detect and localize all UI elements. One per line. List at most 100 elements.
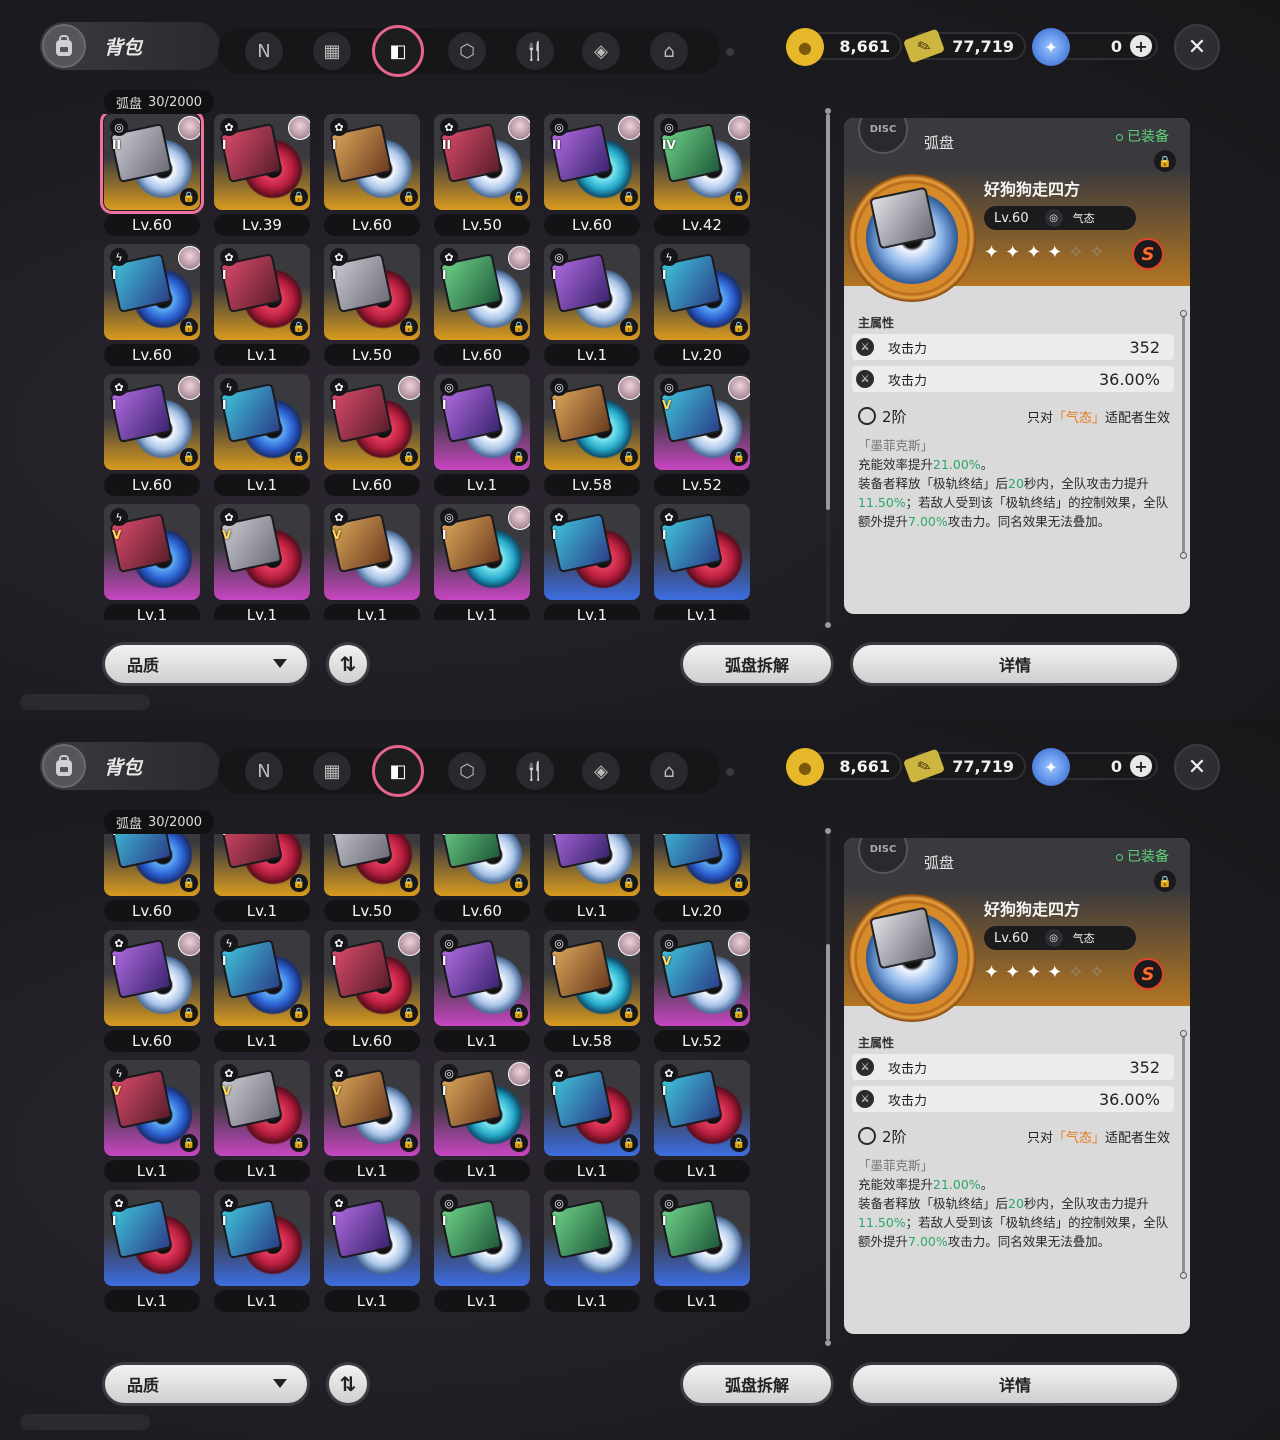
lock-icon[interactable]: 🔒 <box>400 1004 418 1022</box>
disc-card[interactable]: ◎ I 🔒 Lv.58 <box>540 374 650 504</box>
lock-icon[interactable]: 🔒 <box>620 318 638 336</box>
lock-icon[interactable]: 🔒 <box>400 874 418 892</box>
tab-drive-disc[interactable]: ◧ <box>372 745 424 797</box>
sort-order-button[interactable]: ⇅ <box>326 1362 370 1406</box>
lock-icon[interactable]: 🔒 <box>290 1004 308 1022</box>
close-button[interactable]: ✕ <box>1174 24 1220 70</box>
disc-card[interactable]: ◎ I 🔒 Lv.58 <box>540 930 650 1060</box>
lock-icon[interactable]: 🔒 <box>620 1134 638 1152</box>
disc-card[interactable]: ✿I🔒Lv.60 <box>100 930 210 1060</box>
disc-card[interactable]: ✿I🔒Lv.1 <box>210 834 320 930</box>
lock-icon[interactable]: 🔒 <box>180 1004 198 1022</box>
sort-order-button[interactable]: ⇅ <box>326 642 370 686</box>
tab-items[interactable]: ◈ <box>582 752 620 790</box>
disc-card[interactable]: ◎I🔒Lv.1 <box>430 374 540 504</box>
disc-card[interactable]: ◎ I Lv.1 <box>650 1190 760 1320</box>
details-button[interactable]: 详情 <box>850 642 1180 686</box>
lock-icon[interactable]: 🔒 <box>290 874 308 892</box>
lock-icon[interactable]: 🔒 <box>730 874 748 892</box>
disc-card[interactable]: ◎ I Lv.1 <box>430 504 540 620</box>
tab-food[interactable]: 🍴 <box>516 32 554 70</box>
add-currency-button[interactable]: + <box>1130 35 1152 57</box>
lock-icon[interactable]: 🔒 <box>510 1004 528 1022</box>
tab-home[interactable]: ⌂ <box>650 752 688 790</box>
lock-icon[interactable]: 🔒 <box>180 188 198 206</box>
disc-card[interactable]: ✿I🔒Lv.1 <box>540 1060 650 1190</box>
tab-bangboo[interactable]: ▦ <box>313 32 351 70</box>
grid-scroll-thumb[interactable] <box>826 944 830 1340</box>
disc-card[interactable]: ✿I🔒Lv.60 <box>320 930 430 1060</box>
tab-materials[interactable]: ⬡ <box>448 32 486 70</box>
lock-icon[interactable]: 🔒 <box>510 874 528 892</box>
lock-icon[interactable]: 🔒 <box>290 318 308 336</box>
lock-icon[interactable]: 🔒 <box>730 1134 748 1152</box>
lock-icon[interactable]: 🔒 <box>180 318 198 336</box>
disc-card[interactable]: ✿I🔒Lv.1 <box>650 1060 760 1190</box>
disc-card[interactable]: ϟ I 🔒 Lv.1 <box>210 930 320 1060</box>
detail-scrollbar[interactable] <box>1182 1034 1185 1274</box>
tab-agents[interactable]: N <box>245 32 283 70</box>
tab-items[interactable]: ◈ <box>582 32 620 70</box>
disc-card[interactable]: ϟ V Lv.1 <box>100 504 210 620</box>
detail-lock-icon[interactable]: 🔒 <box>1154 150 1176 172</box>
lock-icon[interactable]: 🔒 <box>400 448 418 466</box>
disc-card[interactable]: ✿I🔒Lv.60 <box>100 374 210 504</box>
tab-bangboo[interactable]: ▦ <box>313 752 351 790</box>
lock-icon[interactable]: 🔒 <box>290 188 308 206</box>
lock-icon[interactable]: 🔒 <box>510 1134 528 1152</box>
disc-card[interactable]: ◎ I Lv.1 <box>430 1190 540 1320</box>
lock-icon[interactable]: 🔒 <box>400 188 418 206</box>
disc-card[interactable]: ✿ V Lv.1 <box>210 504 320 620</box>
lock-icon[interactable]: 🔒 <box>620 874 638 892</box>
disc-card[interactable]: ◎ IV 🔒 Lv.42 <box>650 114 760 244</box>
disc-card[interactable]: ◎I🔒Lv.1 <box>540 244 650 374</box>
dismantle-button[interactable]: 弧盘拆解 <box>680 1362 834 1406</box>
disc-card[interactable]: ◎ II 🔒 Lv.60 <box>100 114 210 244</box>
disc-card[interactable]: ✿ I 🔒 Lv.39 <box>210 114 320 244</box>
disc-card[interactable]: ◎I🔒Lv.1 <box>430 930 540 1060</box>
lock-icon[interactable]: 🔒 <box>180 1134 198 1152</box>
lock-icon[interactable]: 🔒 <box>400 1134 418 1152</box>
quality-filter-dropdown[interactable]: 品质 <box>102 642 310 686</box>
tab-food[interactable]: 🍴 <box>516 752 554 790</box>
disc-card[interactable]: ✿ I Lv.1 <box>100 1190 210 1320</box>
tab-home[interactable]: ⌂ <box>650 32 688 70</box>
lock-icon[interactable]: 🔒 <box>620 1004 638 1022</box>
disc-card[interactable]: ✿ I Lv.1 <box>320 1190 430 1320</box>
tab-drive-disc[interactable]: ◧ <box>372 25 424 77</box>
disc-card[interactable]: ✿I🔒Lv.60 <box>320 374 430 504</box>
disc-card[interactable]: ✿I🔒Lv.50 <box>320 834 430 930</box>
detail-lock-icon[interactable]: 🔒 <box>1154 870 1176 892</box>
disc-card[interactable]: ϟI🔒Lv.20 <box>650 244 760 374</box>
disc-card[interactable]: ✿I🔒Lv.60 <box>430 834 540 930</box>
lock-icon[interactable]: 🔒 <box>510 318 528 336</box>
lock-icon[interactable]: 🔒 <box>730 188 748 206</box>
lock-icon[interactable]: 🔒 <box>730 448 748 466</box>
disc-card[interactable]: ϟ V 🔒 Lv.1 <box>100 1060 210 1190</box>
disc-card[interactable]: ϟ I 🔒 Lv.1 <box>210 374 320 504</box>
disc-card[interactable]: ϟI🔒Lv.60 <box>100 834 210 930</box>
disc-card[interactable]: ✿I🔒Lv.60 <box>430 244 540 374</box>
tab-agents[interactable]: N <box>245 752 283 790</box>
lock-icon[interactable]: 🔒 <box>620 448 638 466</box>
lock-icon[interactable]: 🔒 <box>290 448 308 466</box>
disc-card[interactable]: ◎ V 🔒 Lv.52 <box>650 374 760 504</box>
disc-card[interactable]: ◎I🔒Lv.1 <box>540 834 650 930</box>
disc-card[interactable]: ◎ I Lv.1 <box>540 1190 650 1320</box>
disc-card[interactable]: ✿ V 🔒 Lv.1 <box>320 1060 430 1190</box>
lock-icon[interactable]: 🔒 <box>510 448 528 466</box>
lock-icon[interactable]: 🔒 <box>730 1004 748 1022</box>
disc-card[interactable]: ϟI🔒Lv.20 <box>650 834 760 930</box>
disc-card[interactable]: ✿ II 🔒 Lv.50 <box>430 114 540 244</box>
lock-icon[interactable]: 🔒 <box>290 1134 308 1152</box>
lock-icon[interactable]: 🔒 <box>510 188 528 206</box>
disc-card[interactable]: ϟI🔒Lv.60 <box>100 244 210 374</box>
disc-card[interactable]: ✿ V 🔒 Lv.1 <box>210 1060 320 1190</box>
disc-card[interactable]: ✿I🔒Lv.1 <box>210 244 320 374</box>
disc-card[interactable]: ✿ I Lv.1 <box>650 504 760 620</box>
lock-icon[interactable]: 🔒 <box>180 874 198 892</box>
lock-icon[interactable]: 🔒 <box>730 318 748 336</box>
lock-icon[interactable]: 🔒 <box>180 448 198 466</box>
dismantle-button[interactable]: 弧盘拆解 <box>680 642 834 686</box>
quality-filter-dropdown[interactable]: 品质 <box>102 1362 310 1406</box>
